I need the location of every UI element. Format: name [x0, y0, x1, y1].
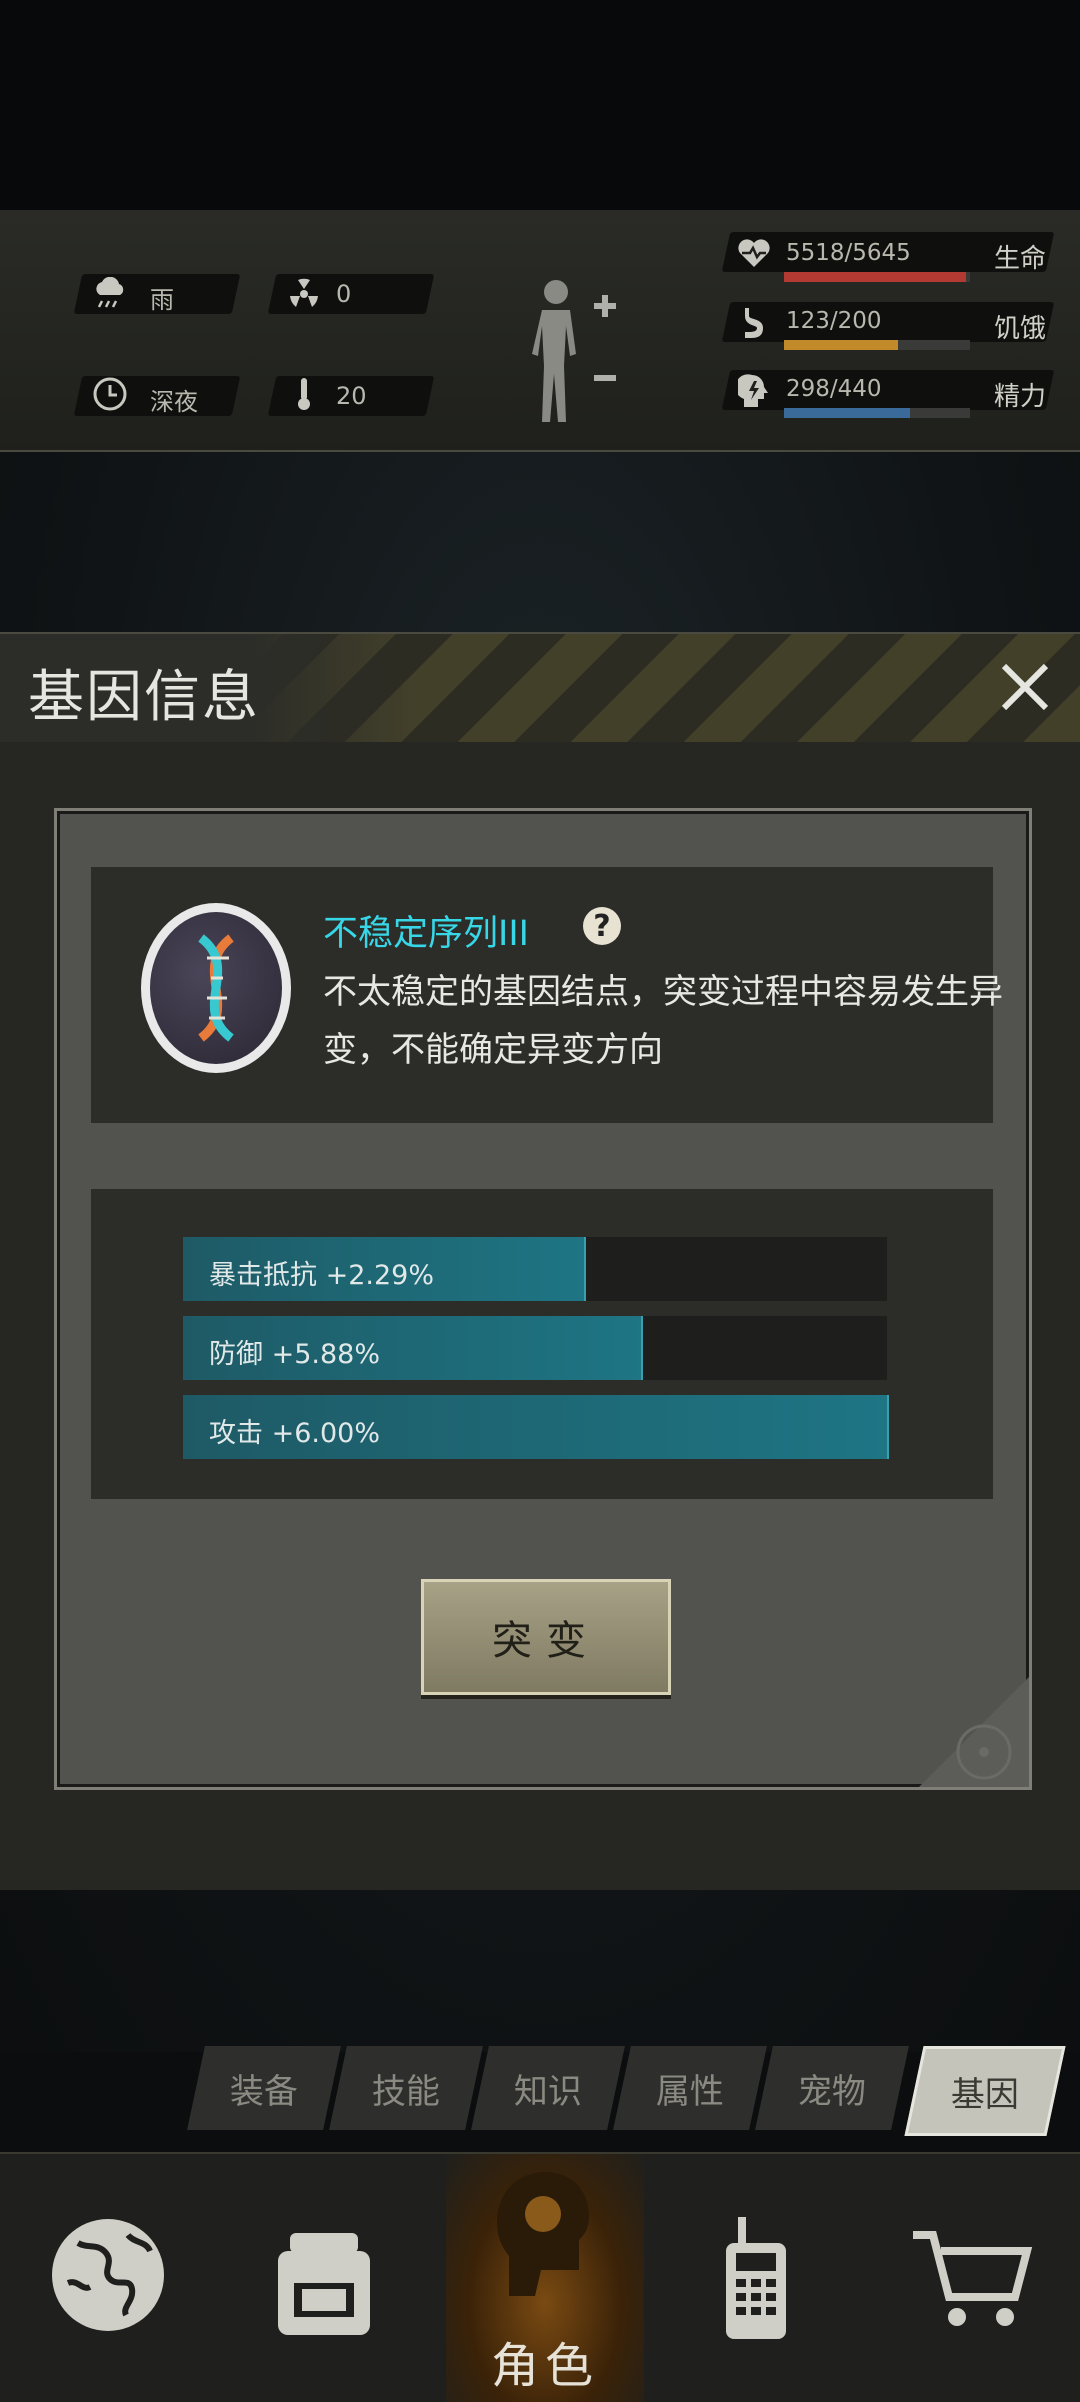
hunger-bar: [784, 340, 970, 350]
status-bar: 雨 0 深夜 20 5518/5645 生命 123/200 饥饿 298/44…: [0, 210, 1080, 452]
body-status-icon[interactable]: [520, 270, 620, 430]
radio-icon: [726, 2217, 786, 2339]
world-map-icon: [52, 2219, 164, 2331]
energy-bar-fill: [784, 408, 910, 418]
character-tabs: 装备 技能 知识 属性 宠物 基因: [187, 2046, 1066, 2136]
backpack-icon: [278, 2233, 370, 2335]
temperature-value: 20: [336, 382, 367, 410]
tab-attributes[interactable]: 属性: [613, 2046, 767, 2130]
head-lightning-icon: [734, 372, 774, 410]
tab-skills[interactable]: 技能: [329, 2046, 483, 2130]
rain-cloud-icon: [90, 274, 130, 314]
cart-icon: [913, 2231, 1033, 2326]
mutate-button[interactable]: 突变: [421, 1579, 671, 1695]
stat-label: 防御 +5.88%: [209, 1339, 380, 1370]
radiation-value: 0: [336, 280, 352, 308]
heart-pulse-icon: [734, 234, 774, 272]
gene-description: 不太稳定的基因结点，突变过程中容易发生异变，不能确定异变方向: [323, 972, 1003, 1070]
nav-radio[interactable]: [648, 2154, 864, 2402]
character-icon: [497, 2172, 589, 2296]
hunger-label: 饥饿: [994, 314, 1047, 344]
tab-equipment[interactable]: 装备: [187, 2046, 341, 2130]
hp-bar-fill: [784, 272, 966, 282]
close-icon[interactable]: [990, 652, 1060, 722]
energy-value: 298/440: [786, 376, 882, 402]
nav-character[interactable]: 角色: [446, 2154, 644, 2402]
help-icon[interactable]: ?: [583, 907, 621, 945]
nav-backpack[interactable]: [216, 2154, 432, 2402]
energy-label: 精力: [994, 382, 1047, 412]
hunger-value: 123/200: [786, 308, 882, 334]
hunger-bar-fill: [784, 340, 899, 350]
tab-knowledge[interactable]: 知识: [471, 2046, 625, 2130]
hp-value: 5518/5645: [786, 240, 911, 266]
radiation-watermark-icon: [879, 1637, 1029, 1787]
stat-row-attack: 攻击 +6.00%: [183, 1395, 889, 1459]
nav-character-label: 角色: [490, 2338, 599, 2394]
gene-info-dialog: 基因信息 不稳定序列III ? 不太稳定的基因结点，突变过程中容易发生异变，不能…: [0, 632, 1080, 1890]
nav-world-map[interactable]: [0, 2154, 216, 2402]
radiation-icon: [284, 274, 324, 314]
gene-info-box: 不稳定序列III ? 不太稳定的基因结点，突变过程中容易发生异变，不能确定异变方…: [91, 867, 1003, 1123]
tab-pets[interactable]: 宠物: [755, 2046, 909, 2130]
gene-panel: 不稳定序列III ? 不太稳定的基因结点，突变过程中容易发生异变，不能确定异变方…: [54, 808, 1032, 1790]
dialog-header: 基因信息: [0, 634, 1080, 742]
hp-label: 生命: [994, 244, 1047, 274]
clock-icon: [90, 374, 130, 414]
top-background: [0, 0, 1080, 210]
thermometer-icon: [284, 374, 324, 414]
dna-icon: [141, 903, 291, 1073]
tab-genes[interactable]: 基因: [904, 2046, 1066, 2136]
gene-stats-box: 暴击抵抗 +2.29% 防御 +5.88% 攻击 +6.00%: [91, 1189, 993, 1499]
hp-bar: [784, 272, 970, 282]
stat-label: 暴击抵抗 +2.29%: [209, 1260, 434, 1291]
gene-name: 不稳定序列III: [323, 914, 529, 954]
bottom-nav: 角色: [0, 2152, 1080, 2402]
nav-shop[interactable]: [864, 2154, 1080, 2402]
stomach-icon: [734, 304, 774, 342]
stat-row-crit-resist: 暴击抵抗 +2.29%: [183, 1237, 887, 1301]
weather-value: 雨: [150, 286, 174, 314]
stat-row-defense: 防御 +5.88%: [183, 1316, 887, 1380]
time-value: 深夜: [150, 388, 198, 416]
energy-bar: [784, 408, 970, 418]
dialog-title: 基因信息: [28, 665, 260, 730]
stat-label: 攻击 +6.00%: [209, 1418, 380, 1449]
